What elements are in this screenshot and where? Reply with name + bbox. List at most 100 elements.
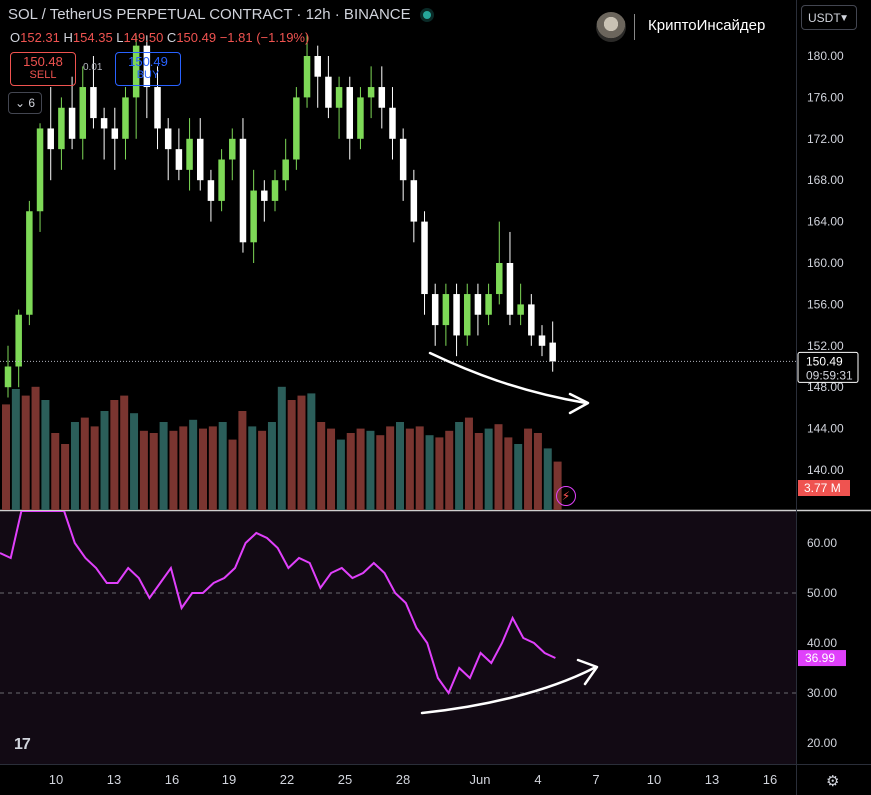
- volume-badge-value: 3.77 M: [804, 481, 841, 495]
- volume-bar: [90, 426, 99, 510]
- high-value: 154.35: [72, 30, 113, 45]
- volume-bar: [307, 393, 316, 510]
- candle-body: [325, 76, 332, 108]
- brand-name: КриптоИнсайдер: [648, 17, 766, 34]
- candle-body: [207, 180, 215, 201]
- price-tick-label: 140.00: [807, 463, 844, 477]
- symbol-title-text: SOL / TetherUS PERPETUAL CONTRACT · 12h …: [8, 6, 411, 23]
- volume-bar: [415, 426, 424, 510]
- candle-body: [26, 211, 33, 315]
- volume-bar: [258, 430, 267, 510]
- volume-bar: [218, 422, 227, 510]
- candle-body: [453, 294, 460, 336]
- volume-bar: [149, 433, 158, 510]
- gear-icon[interactable]: ⚙: [826, 772, 839, 790]
- open-value: 152.31: [20, 30, 60, 45]
- currency-select[interactable]: USDT ▼: [801, 5, 857, 30]
- buy-button[interactable]: 150.49 BUY: [115, 52, 181, 86]
- candle-body: [496, 263, 503, 295]
- sell-label: SELL: [29, 69, 57, 81]
- volume-bar: [484, 428, 493, 510]
- candle-body: [485, 294, 492, 315]
- volume-bar: [376, 435, 385, 510]
- candle-body: [506, 263, 514, 315]
- candle-body: [15, 314, 22, 367]
- symbol-title[interactable]: SOL / TetherUS PERPETUAL CONTRACT · 12h …: [8, 6, 431, 23]
- candle-body: [293, 97, 300, 160]
- time-tick-label: 19: [222, 772, 236, 787]
- time-tick-label: 25: [338, 772, 352, 787]
- volume-bar: [169, 430, 178, 510]
- currency-label: USDT: [808, 11, 841, 25]
- volume-bar: [396, 422, 404, 510]
- candle-body: [538, 335, 546, 346]
- close-label: C: [166, 30, 177, 45]
- price-tick-label: 164.00: [807, 215, 844, 229]
- candle-body: [90, 87, 97, 119]
- volume-bar: [405, 428, 414, 510]
- candle-body: [164, 128, 172, 150]
- volume-bar: [455, 422, 464, 510]
- candle-body: [421, 221, 428, 295]
- candle-body: [196, 138, 204, 181]
- time-tick-label: 22: [280, 772, 294, 787]
- candle-body: [549, 342, 556, 362]
- chart-canvas[interactable]: 180.00 176.00 172.00 168.00 164.00 160.00 156.…: [0, 0, 871, 795]
- alert-bolt-icon[interactable]: ⚡: [556, 486, 576, 506]
- sell-price: 150.48: [23, 54, 63, 69]
- buy-label: BUY: [136, 69, 160, 81]
- sell-button[interactable]: 150.48 SELL: [10, 52, 76, 86]
- chart-window: 180.00 176.00 172.00 168.00 164.00 160.00 156.…: [0, 0, 871, 795]
- price-tick-label: 168.00: [807, 173, 844, 187]
- volume-bar: [494, 424, 503, 510]
- volume-bar: [208, 426, 217, 510]
- time-tick-label: 16: [165, 772, 179, 787]
- chevron-down-icon: ▼: [839, 13, 849, 24]
- volume-bar: [189, 419, 198, 510]
- tradingview-logo[interactable]: 17: [14, 736, 31, 754]
- chevron-down-icon: ⌄: [14, 96, 26, 110]
- candle-body: [111, 128, 119, 139]
- close-value: 150.49: [176, 30, 217, 45]
- volume-bar: [474, 433, 483, 510]
- candle-body: [122, 97, 129, 139]
- candle-body: [335, 87, 343, 108]
- price-tick-label: 144.00: [807, 422, 844, 436]
- candle-body: [239, 138, 247, 243]
- spread-value: 0.01: [83, 62, 103, 73]
- time-tick-label: Jun: [470, 772, 491, 787]
- volume-bar: [70, 422, 79, 510]
- candle-body: [410, 180, 418, 222]
- ohlc-readout: O152.31 H154.35 L149.50 C150.49 −1.81 (−…: [10, 30, 309, 45]
- high-label: H: [63, 30, 73, 45]
- volume-bar: [435, 437, 444, 510]
- candle-body: [282, 159, 289, 181]
- low-label: L: [116, 30, 124, 45]
- price-tick-label: 176.00: [807, 90, 844, 104]
- volume-bar: [139, 430, 148, 510]
- candle-body: [261, 190, 268, 201]
- candle-body: [271, 180, 279, 201]
- candle-body: [218, 159, 225, 201]
- volume-bar: [346, 433, 355, 510]
- candle-body: [367, 87, 375, 98]
- volume-bar: [386, 426, 395, 510]
- volume-bar: [110, 400, 119, 510]
- volume-bar: [287, 400, 296, 510]
- volume-bar: [248, 426, 257, 510]
- candle-body: [357, 97, 364, 139]
- price-tick-label: 152.00: [807, 339, 844, 353]
- indicators-toggle[interactable]: ⌄ 6: [8, 92, 42, 114]
- candle-body: [79, 87, 87, 139]
- volume-bar: [524, 428, 533, 510]
- volume-bar: [425, 435, 434, 510]
- volume-bar: [356, 428, 365, 510]
- volume-bar: [228, 439, 237, 510]
- volume-bar: [464, 417, 473, 510]
- candle-body: [68, 107, 76, 139]
- candle-body: [303, 56, 311, 98]
- candle-body: [314, 56, 321, 77]
- volume-bar: [21, 395, 30, 510]
- time-tick-label: 28: [396, 772, 410, 787]
- candle-body: [175, 149, 183, 170]
